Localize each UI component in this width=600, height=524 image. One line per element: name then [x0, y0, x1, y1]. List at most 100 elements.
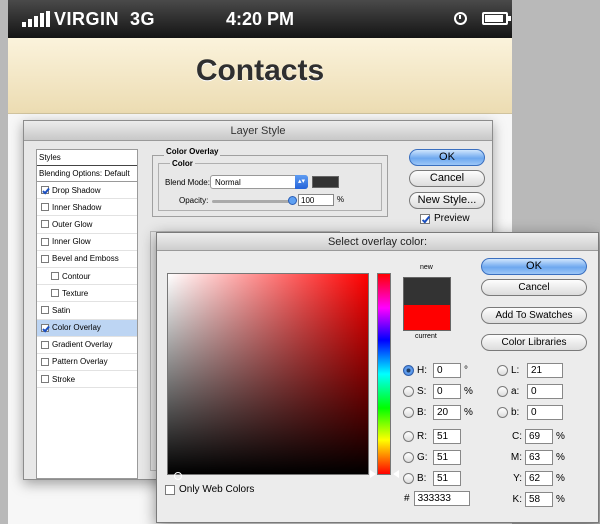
saturation-radio[interactable]	[403, 386, 414, 397]
preview-toggle[interactable]: Preview	[420, 213, 470, 224]
hue-input[interactable]: 0	[433, 363, 461, 378]
overlay-color-swatch[interactable]	[312, 176, 339, 188]
blending-options-item[interactable]: Blending Options: Default	[37, 166, 137, 182]
color-picker-dialog: Select overlay color: new current OK Can…	[156, 232, 599, 523]
style-item-drop-shadow[interactable]: Drop Shadow	[37, 182, 137, 200]
page-title: Contacts	[195, 54, 325, 87]
blend-mode-select[interactable]: Normal ▴▾	[210, 175, 308, 189]
picker-cancel-button[interactable]: Cancel	[481, 279, 587, 296]
alarm-clock-icon	[454, 12, 467, 25]
lab-l-input[interactable]: 21	[527, 363, 563, 378]
style-item-color-overlay[interactable]: Color Overlay	[37, 319, 137, 337]
cyan-input[interactable]: 69	[525, 429, 553, 444]
only-web-colors-checkbox[interactable]	[165, 484, 175, 495]
opacity-unit: %	[337, 195, 345, 204]
style-item-gradient-overlay[interactable]: Gradient Overlay	[37, 337, 137, 354]
cancel-button[interactable]: Cancel	[409, 170, 485, 187]
style-item-stroke[interactable]: Stroke	[37, 371, 137, 389]
network-label: 3G	[130, 9, 156, 29]
satin-checkbox[interactable]	[41, 306, 49, 315]
opacity-slider-thumb[interactable]	[288, 196, 297, 205]
new-color-label: new	[420, 264, 433, 271]
only-web-colors-toggle[interactable]: Only Web Colors	[165, 484, 254, 495]
picker-ok-button[interactable]: OK	[481, 258, 587, 275]
blue-input[interactable]: 51	[433, 471, 461, 486]
battery-icon	[482, 12, 511, 25]
preview-checkbox[interactable]	[420, 213, 430, 224]
color-group-heading: Color	[170, 159, 195, 168]
lab-b-input[interactable]: 0	[527, 405, 563, 420]
brightness-input[interactable]: 20	[433, 405, 461, 420]
opacity-label: Opacity:	[179, 196, 209, 205]
ok-button[interactable]: OK	[409, 149, 485, 166]
style-item-bevel-emboss[interactable]: Bevel and Emboss	[37, 251, 137, 268]
blue-row: B: 51	[403, 471, 464, 486]
green-row: G: 51	[403, 450, 464, 465]
style-item-texture[interactable]: Texture	[37, 285, 137, 303]
status-bar: VIRGIN 3G 4:20 PM	[8, 0, 512, 38]
yellow-input[interactable]: 62	[525, 471, 553, 486]
brightness-row: B: 20 %	[403, 405, 474, 420]
saturation-brightness-field[interactable]	[167, 273, 369, 480]
current-color-label: current	[415, 333, 437, 340]
blend-mode-label: Blend Mode:	[165, 178, 210, 187]
status-time: 4:20 PM	[226, 9, 295, 29]
inner-glow-checkbox[interactable]	[41, 237, 49, 246]
color-picker-title: Select overlay color:	[157, 233, 598, 251]
stroke-checkbox[interactable]	[41, 375, 49, 384]
add-to-swatches-button[interactable]: Add To Swatches	[481, 307, 587, 324]
red-radio[interactable]	[403, 431, 414, 442]
style-item-inner-glow[interactable]: Inner Glow	[37, 234, 137, 251]
inner-shadow-checkbox[interactable]	[41, 203, 49, 212]
color-overlay-checkbox[interactable]	[41, 323, 49, 332]
new-color-swatch	[403, 277, 451, 305]
navigation-bar: Contacts	[8, 38, 512, 114]
style-item-outer-glow[interactable]: Outer Glow	[37, 216, 137, 234]
color-libraries-button[interactable]: Color Libraries	[481, 334, 587, 351]
hue-slider[interactable]	[377, 273, 391, 475]
black-input[interactable]: 58	[525, 492, 553, 507]
hex-row: # 333333	[404, 491, 470, 506]
current-color-swatch[interactable]	[403, 305, 451, 331]
red-input[interactable]: 51	[433, 429, 461, 444]
hue-row: H: 0 °	[403, 363, 474, 378]
blue-radio[interactable]	[403, 473, 414, 484]
hue-radio[interactable]	[403, 365, 414, 376]
green-input[interactable]: 51	[433, 450, 461, 465]
pattern-overlay-checkbox[interactable]	[41, 357, 49, 366]
opacity-input[interactable]: 100	[298, 194, 334, 206]
bevel-emboss-checkbox[interactable]	[41, 254, 49, 263]
green-radio[interactable]	[403, 452, 414, 463]
style-item-satin[interactable]: Satin	[37, 302, 137, 320]
cyan-row: C: 69 %	[512, 429, 565, 444]
carrier-label: VIRGIN 3G	[54, 9, 156, 29]
yellow-row: Y: 62 %	[513, 471, 565, 486]
brightness-radio[interactable]	[403, 407, 414, 418]
style-item-pattern-overlay[interactable]: Pattern Overlay	[37, 354, 137, 372]
color-field-marker[interactable]	[174, 472, 182, 480]
saturation-input[interactable]: 0	[433, 384, 461, 399]
hex-input[interactable]: 333333	[413, 491, 470, 506]
lab-b-radio[interactable]	[497, 407, 508, 418]
hue-slider-right-arrow-icon[interactable]	[393, 470, 399, 478]
style-item-inner-shadow[interactable]: Inner Shadow	[37, 199, 137, 217]
styles-list: Styles Blending Options: Default Drop Sh…	[36, 149, 138, 479]
color-overlay-heading: Color Overlay	[164, 147, 221, 156]
new-style-button[interactable]: New Style...	[409, 192, 485, 209]
outer-glow-checkbox[interactable]	[41, 220, 49, 229]
lab-a-input[interactable]: 0	[527, 384, 563, 399]
lab-l-radio[interactable]	[497, 365, 508, 376]
texture-checkbox[interactable]	[51, 289, 59, 298]
lab-a-row: a: 0	[497, 384, 566, 399]
hue-slider-left-arrow-icon[interactable]	[370, 470, 376, 478]
magenta-input[interactable]: 63	[525, 450, 553, 465]
gradient-overlay-checkbox[interactable]	[41, 340, 49, 349]
saturation-row: S: 0 %	[403, 384, 474, 399]
styles-header[interactable]: Styles	[37, 150, 137, 166]
contour-checkbox[interactable]	[51, 272, 59, 281]
opacity-slider[interactable]	[212, 200, 292, 203]
lab-a-radio[interactable]	[497, 386, 508, 397]
style-item-contour[interactable]: Contour	[37, 268, 137, 286]
select-arrows-icon: ▴▾	[295, 175, 308, 189]
drop-shadow-checkbox[interactable]	[41, 186, 49, 195]
